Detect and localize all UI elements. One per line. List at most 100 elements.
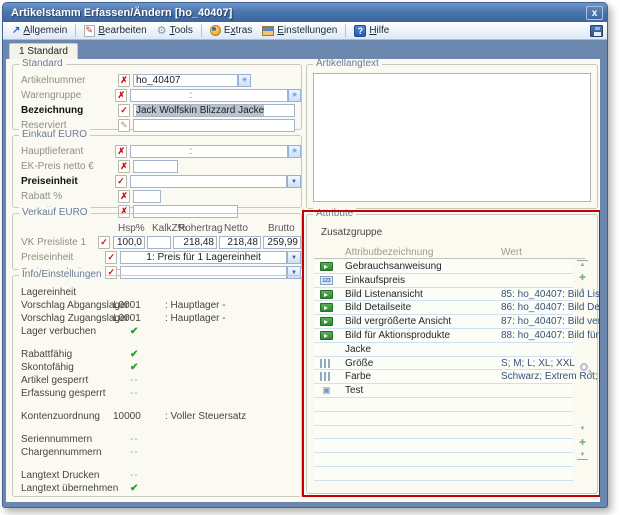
info-label: Langtext Drucken: [21, 470, 99, 481]
field-row-warengruppe: Warengruppe✗:✳: [13, 88, 301, 103]
list-attribute-icon: [320, 359, 331, 368]
attribute-name: Einkaufspreis: [345, 275, 405, 286]
dropdown-arrow-icon[interactable]: ▼: [287, 175, 301, 188]
menu-item-einstellungen[interactable]: Einstellungen: [257, 24, 342, 37]
field-input-preiseinheit[interactable]: [130, 175, 287, 188]
scroll-to-top-icon[interactable]: ▲: [577, 260, 588, 269]
attribute-row-jacke[interactable]: Jacke: [314, 343, 573, 357]
required-missing-icon: ✗: [118, 190, 130, 203]
scroll-down-icon[interactable]: ▼: [577, 425, 588, 434]
attribute-row-bild-f-r-aktionsprodukte[interactable]: Bild für Aktionsprodukte88: ho_40407: Bi…: [314, 329, 573, 343]
field-label: Rabatt %: [21, 191, 118, 202]
price-value: 218,48: [227, 237, 258, 248]
group-standard-title: Standard: [19, 59, 66, 69]
group-verkauf-title: Verkauf EURO: [19, 207, 91, 218]
attribute-name: Bild vergrößerte Ansicht: [345, 316, 451, 327]
close-icon[interactable]: x: [586, 6, 603, 20]
attribute-row-empty[interactable]: [314, 453, 573, 467]
attribute-row-test[interactable]: ▣Test: [314, 384, 573, 398]
image-attribute-icon: [320, 317, 333, 326]
extras-icon: [210, 25, 221, 36]
field-input-artikelnummer[interactable]: ho_40407: [133, 74, 238, 87]
attribute-grid-scrollbar: ▲ ✚ ▲ ▼ ✚ ▼: [577, 260, 589, 485]
attribute-row-empty[interactable]: [314, 467, 573, 481]
insert-row-bottom-icon[interactable]: ✚: [577, 438, 588, 447]
price-fields: 100,0 218,48 218,48 259,99: [113, 236, 301, 249]
price-field-0[interactable]: 100,0: [113, 236, 145, 249]
info-label: Lager verbuchen: [21, 326, 96, 337]
attribute-row-gebrauchsanweisung[interactable]: Gebrauchsanweisung: [314, 260, 573, 274]
menu-item-allgemein[interactable]: ↗Allgemein: [7, 24, 72, 37]
check-icon: ✔: [130, 349, 138, 360]
info-label: Rabattfähig: [21, 349, 72, 360]
dash-icon: --: [130, 388, 139, 399]
menu-item-tools[interactable]: ⚙Tools: [152, 24, 198, 38]
menu-item-extras[interactable]: Extras: [205, 24, 257, 37]
attribute-row-empty[interactable]: [314, 439, 573, 453]
tab-standard[interactable]: 1 Standard: [9, 43, 78, 59]
arrow-ne-icon: ↗: [12, 25, 20, 36]
menu-item-label: Tools: [170, 25, 193, 36]
insert-row-icon[interactable]: ✚: [577, 273, 588, 282]
scroll-to-bottom-icon[interactable]: ▼: [577, 451, 588, 460]
field-input-warengruppe[interactable]: :: [130, 89, 288, 102]
number-attribute-icon: 123: [320, 276, 333, 285]
info-row-lagereinheit: Lagereinheit: [13, 286, 301, 299]
langtext-textarea[interactable]: [313, 73, 591, 202]
attribute-name: Bild Listenansicht: [345, 289, 423, 300]
field-input-rabatt-[interactable]: [133, 190, 161, 203]
price-field-4[interactable]: 259,99: [263, 236, 301, 249]
info-row-skontof-hig: Skontofähig✔: [13, 361, 301, 374]
zusatzgruppe-label: Zusatzgruppe: [321, 227, 382, 238]
field-value: :: [133, 146, 192, 157]
attribute-row-empty[interactable]: [314, 426, 573, 440]
field-label: Artikelnummer: [21, 75, 118, 86]
menu-item-hilfe[interactable]: ?Hilfe: [349, 24, 394, 38]
info-row-langtext-bernehmen: Langtext übernehmen✔: [13, 482, 301, 495]
required-filled-icon: ✓: [105, 251, 117, 264]
attribute-row-bild-detailseite[interactable]: Bild Detailseite86: ho_40407: Bild Detai…: [314, 301, 573, 315]
info-label: Chargennummern: [21, 447, 102, 458]
required-filled-icon: ✓: [115, 175, 127, 188]
dropdown-arrow-icon[interactable]: ▼: [287, 251, 301, 264]
search-icon[interactable]: [580, 363, 588, 371]
lookup-button[interactable]: ✳: [288, 89, 301, 102]
dash-icon: --: [130, 375, 139, 386]
scroll-up-icon[interactable]: ▲: [577, 286, 588, 295]
menu-item-bearbeiten[interactable]: Bearbeiten: [79, 24, 151, 38]
attribute-row-bild-listenansicht[interactable]: Bild Listenansicht85: ho_40407: Bild Lis…: [314, 288, 573, 302]
attribute-row-empty[interactable]: [314, 398, 573, 412]
info-value-text: : Voller Steuersatz: [165, 411, 246, 422]
edit-icon: ✎: [118, 119, 130, 132]
field-input-hauptlieferant[interactable]: :: [130, 145, 288, 158]
field-input-ek-preis-netto-[interactable]: [133, 160, 178, 173]
attribute-row-einkaufspreis[interactable]: 123 Einkaufspreis: [314, 274, 573, 288]
menu-separator: [201, 24, 202, 37]
attribute-row-farbe[interactable]: FarbeSchwarz; Extrem Rot; Extre: [314, 370, 573, 384]
group-attribute-title: Attribute: [313, 208, 356, 219]
group-langtext-title: Artikellangtext: [313, 59, 382, 69]
attribute-value: S; M; L; XL; XXL: [501, 358, 575, 369]
field-label: EK-Preis netto €: [21, 161, 118, 172]
lookup-button[interactable]: ✳: [288, 145, 301, 158]
price-field-2[interactable]: 218,48: [173, 236, 217, 249]
info-row-langtext-drucken: Langtext Drucken--: [13, 469, 301, 482]
check-icon: ✔: [130, 326, 138, 337]
field-row-artikelnummer: Artikelnummer✗ho_40407✳: [13, 73, 301, 88]
field-input-preiseinheit[interactable]: 1: Preis für 1 Lagereinheit: [120, 251, 287, 264]
info-label: Kontenzuordnung: [21, 411, 100, 422]
lookup-button[interactable]: ✳: [238, 74, 251, 87]
attribute-row-gr-e[interactable]: GrößeS; M; L; XL; XXL: [314, 357, 573, 371]
menu-item-label: Allgemein: [23, 25, 67, 36]
info-label: Erfassung gesperrt: [21, 388, 106, 399]
field-label: Preiseinheit: [21, 252, 105, 263]
field-input-reserviert[interactable]: [133, 119, 295, 132]
attribute-row-empty[interactable]: [314, 412, 573, 426]
save-icon[interactable]: [590, 25, 603, 37]
price-field-1[interactable]: [147, 236, 171, 249]
price-field-3[interactable]: 218,48: [219, 236, 261, 249]
field-input-bezeichnung[interactable]: Jack Wolfskin Blizzard Jacke: [133, 104, 295, 117]
group-standard: Standard Artikelnummer✗ho_40407✳Warengru…: [12, 64, 302, 130]
attribute-row-bild-vergr-erte-ansicht[interactable]: Bild vergrößerte Ansicht87: ho_40407: Bi…: [314, 315, 573, 329]
group-info: Info/Einstellungen LagereinheitVorschlag…: [12, 275, 302, 497]
